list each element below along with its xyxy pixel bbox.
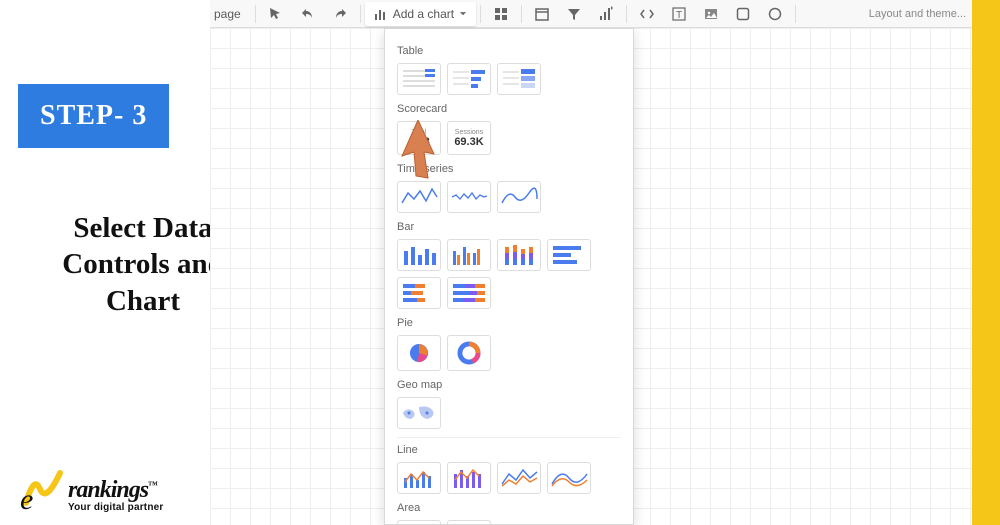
pie-option[interactable] xyxy=(397,335,441,371)
page-label: page xyxy=(210,7,251,21)
add-chart-label: Add a chart xyxy=(393,7,454,21)
chart-picker-panel: Table Scorecard Total1,68 Sessions69.3K … xyxy=(384,28,634,525)
separator xyxy=(397,437,621,438)
add-chart-button[interactable]: Add a chart xyxy=(365,2,476,26)
separator xyxy=(255,5,256,23)
step-badge: STEP- 3 xyxy=(18,84,169,148)
text-button[interactable]: T xyxy=(663,2,695,26)
table-bars-option[interactable] xyxy=(447,63,491,95)
toolbar: page Add a chart T Layout and theme... xyxy=(210,0,972,28)
select-tool-button[interactable] xyxy=(260,2,292,26)
timeseries-smooth-option[interactable] xyxy=(497,181,541,213)
separator xyxy=(626,5,627,23)
cursor-icon xyxy=(268,6,284,22)
section-area: Area xyxy=(397,502,621,514)
timeseries-sparkline-option[interactable] xyxy=(447,181,491,213)
logo-tagline: Your digital partner xyxy=(68,502,164,513)
bar-horizontal-option[interactable] xyxy=(547,239,591,271)
scorecard-value: 69.3K xyxy=(454,136,483,148)
code-icon xyxy=(639,6,655,22)
chevron-down-icon xyxy=(458,9,468,19)
date-range-button[interactable] xyxy=(526,2,558,26)
bar-horizontal-stacked-option[interactable] xyxy=(397,277,441,309)
redo-button[interactable] xyxy=(324,2,356,26)
table-chart-option[interactable] xyxy=(397,63,441,95)
brand-logo: e rankings™ Your digital partner xyxy=(20,467,164,513)
filter-icon xyxy=(566,6,582,22)
logo-tm: ™ xyxy=(148,480,157,491)
image-button[interactable] xyxy=(695,2,727,26)
url-embed-button[interactable] xyxy=(631,2,663,26)
rectangle-button[interactable] xyxy=(727,2,759,26)
undo-button[interactable] xyxy=(292,2,324,26)
area-stacked-option[interactable] xyxy=(447,520,491,525)
logo-mark-icon: e xyxy=(20,467,66,513)
undo-icon xyxy=(300,6,316,22)
section-bar: Bar xyxy=(397,221,621,233)
section-scorecard: Scorecard xyxy=(397,103,621,115)
circle-icon xyxy=(767,6,783,22)
section-table: Table xyxy=(397,45,621,57)
donut-option[interactable] xyxy=(447,335,491,371)
geomap-option[interactable] xyxy=(397,397,441,429)
bar-100-stacked-option[interactable] xyxy=(447,277,491,309)
separator xyxy=(360,5,361,23)
line-smooth-option[interactable] xyxy=(547,462,591,494)
grid-icon xyxy=(493,6,509,22)
data-control-button[interactable] xyxy=(590,2,622,26)
section-pie: Pie xyxy=(397,317,621,329)
calendar-icon xyxy=(534,6,550,22)
scorecard-label: Sessions xyxy=(455,129,483,136)
line-combo-option[interactable] xyxy=(397,462,441,494)
redo-icon xyxy=(332,6,348,22)
image-icon xyxy=(703,6,719,22)
separator xyxy=(480,5,481,23)
scorecard-compact-option[interactable]: Sessions69.3K xyxy=(447,121,491,155)
section-line: Line xyxy=(397,444,621,456)
bar-stacked-option[interactable] xyxy=(497,239,541,271)
rectangle-icon xyxy=(735,6,751,22)
table-heatmap-option[interactable] xyxy=(497,63,541,95)
layout-theme-button[interactable]: Layout and theme... xyxy=(869,8,972,20)
bar-column-option[interactable] xyxy=(397,239,441,271)
data-control-icon xyxy=(598,6,614,22)
separator xyxy=(521,5,522,23)
section-geomap: Geo map xyxy=(397,379,621,391)
svg-text:T: T xyxy=(676,10,682,21)
filter-control-button[interactable] xyxy=(558,2,590,26)
area-option[interactable] xyxy=(397,520,441,525)
tutorial-pointer-icon xyxy=(396,120,440,191)
line-chart-option[interactable] xyxy=(497,462,541,494)
separator xyxy=(795,5,796,23)
community-viz-button[interactable] xyxy=(485,2,517,26)
logo-text: rankings™ xyxy=(68,477,164,504)
bar-chart-icon xyxy=(373,6,389,22)
accent-sidebar xyxy=(972,0,1000,525)
logo-word: rankings xyxy=(68,477,148,503)
circle-button[interactable] xyxy=(759,2,791,26)
line-combo-stacked-option[interactable] xyxy=(447,462,491,494)
bar-grouped-option[interactable] xyxy=(447,239,491,271)
svg-text:e: e xyxy=(20,483,33,513)
text-icon: T xyxy=(671,6,687,22)
app-window: page Add a chart T Layout and theme... T… xyxy=(210,0,972,525)
